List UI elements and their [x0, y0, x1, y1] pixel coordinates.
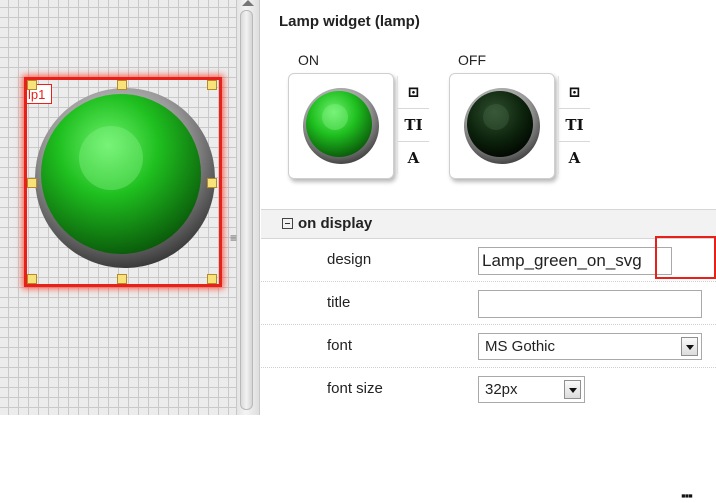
state-label-off: OFF — [458, 52, 486, 68]
resize-handle-nw[interactable] — [27, 80, 37, 90]
group-header-on-display[interactable]: on display — [261, 209, 716, 239]
selection-frame[interactable] — [24, 77, 222, 287]
text-size-icon[interactable]: TI — [558, 109, 590, 142]
font-select[interactable]: MS Gothic — [478, 333, 702, 360]
splitter-grip-icon[interactable]: ≡ — [230, 232, 237, 244]
font-size-select-value: 32px — [485, 381, 518, 398]
design-browse-button[interactable] — [655, 236, 716, 279]
design-canvas[interactable]: lp1 — [0, 0, 236, 415]
chevron-down-icon[interactable] — [564, 380, 581, 399]
property-panel: Lamp widget (lamp) ON OFF ⊡ TI A ⊡ TI A … — [261, 0, 716, 503]
text-size-icon[interactable]: TI — [397, 109, 429, 142]
title-label: title — [327, 294, 351, 311]
font-label: font — [327, 337, 353, 354]
panel-title: Lamp widget (lamp) — [279, 13, 420, 30]
state-label-on: ON — [298, 52, 319, 68]
vertical-scrollbar[interactable] — [240, 10, 253, 410]
resize-handle-sw[interactable] — [27, 274, 37, 284]
property-row-font: font MS Gothic — [261, 325, 716, 368]
lamp-on-thumbnail[interactable] — [288, 73, 394, 179]
crop-icon[interactable]: ⊡ — [558, 76, 590, 109]
resize-handle-ne[interactable] — [207, 80, 217, 90]
font-icon[interactable]: A — [558, 142, 590, 174]
chevron-down-icon[interactable] — [681, 337, 698, 356]
font-select-value: MS Gothic — [485, 338, 556, 355]
resize-handle-e[interactable] — [207, 178, 217, 188]
lamp-off-tools: ⊡ TI A — [558, 76, 590, 174]
group-title: on display — [298, 215, 373, 232]
property-row-design: design Lamp_green_on_svg ▪▪▪ — [261, 239, 716, 503]
browse-grid-icon[interactable]: ▪▪▪ — [681, 488, 693, 503]
collapse-icon[interactable] — [282, 218, 293, 229]
title-input[interactable] — [478, 290, 702, 318]
crop-icon[interactable]: ⊡ — [397, 76, 429, 109]
panel-splitter[interactable] — [236, 0, 260, 415]
resize-handle-s[interactable] — [117, 274, 127, 284]
design-label: design — [327, 251, 372, 268]
design-input[interactable]: Lamp_green_on_svg — [478, 247, 672, 275]
resize-handle-w[interactable] — [27, 178, 37, 188]
font-size-label: font size — [327, 380, 383, 397]
property-row-font-size: font size 32px — [261, 368, 716, 411]
font-size-select[interactable]: 32px — [478, 376, 585, 403]
lamp-on-icon — [303, 88, 379, 164]
lamp-off-icon — [464, 88, 540, 164]
resize-handle-se[interactable] — [207, 274, 217, 284]
resize-handle-n[interactable] — [117, 80, 127, 90]
font-icon[interactable]: A — [397, 142, 429, 174]
scroll-up-arrow-icon[interactable] — [242, 0, 254, 6]
lamp-on-tools: ⊡ TI A — [397, 76, 429, 174]
lamp-off-thumbnail[interactable] — [449, 73, 555, 179]
property-row-title: title — [261, 282, 716, 325]
